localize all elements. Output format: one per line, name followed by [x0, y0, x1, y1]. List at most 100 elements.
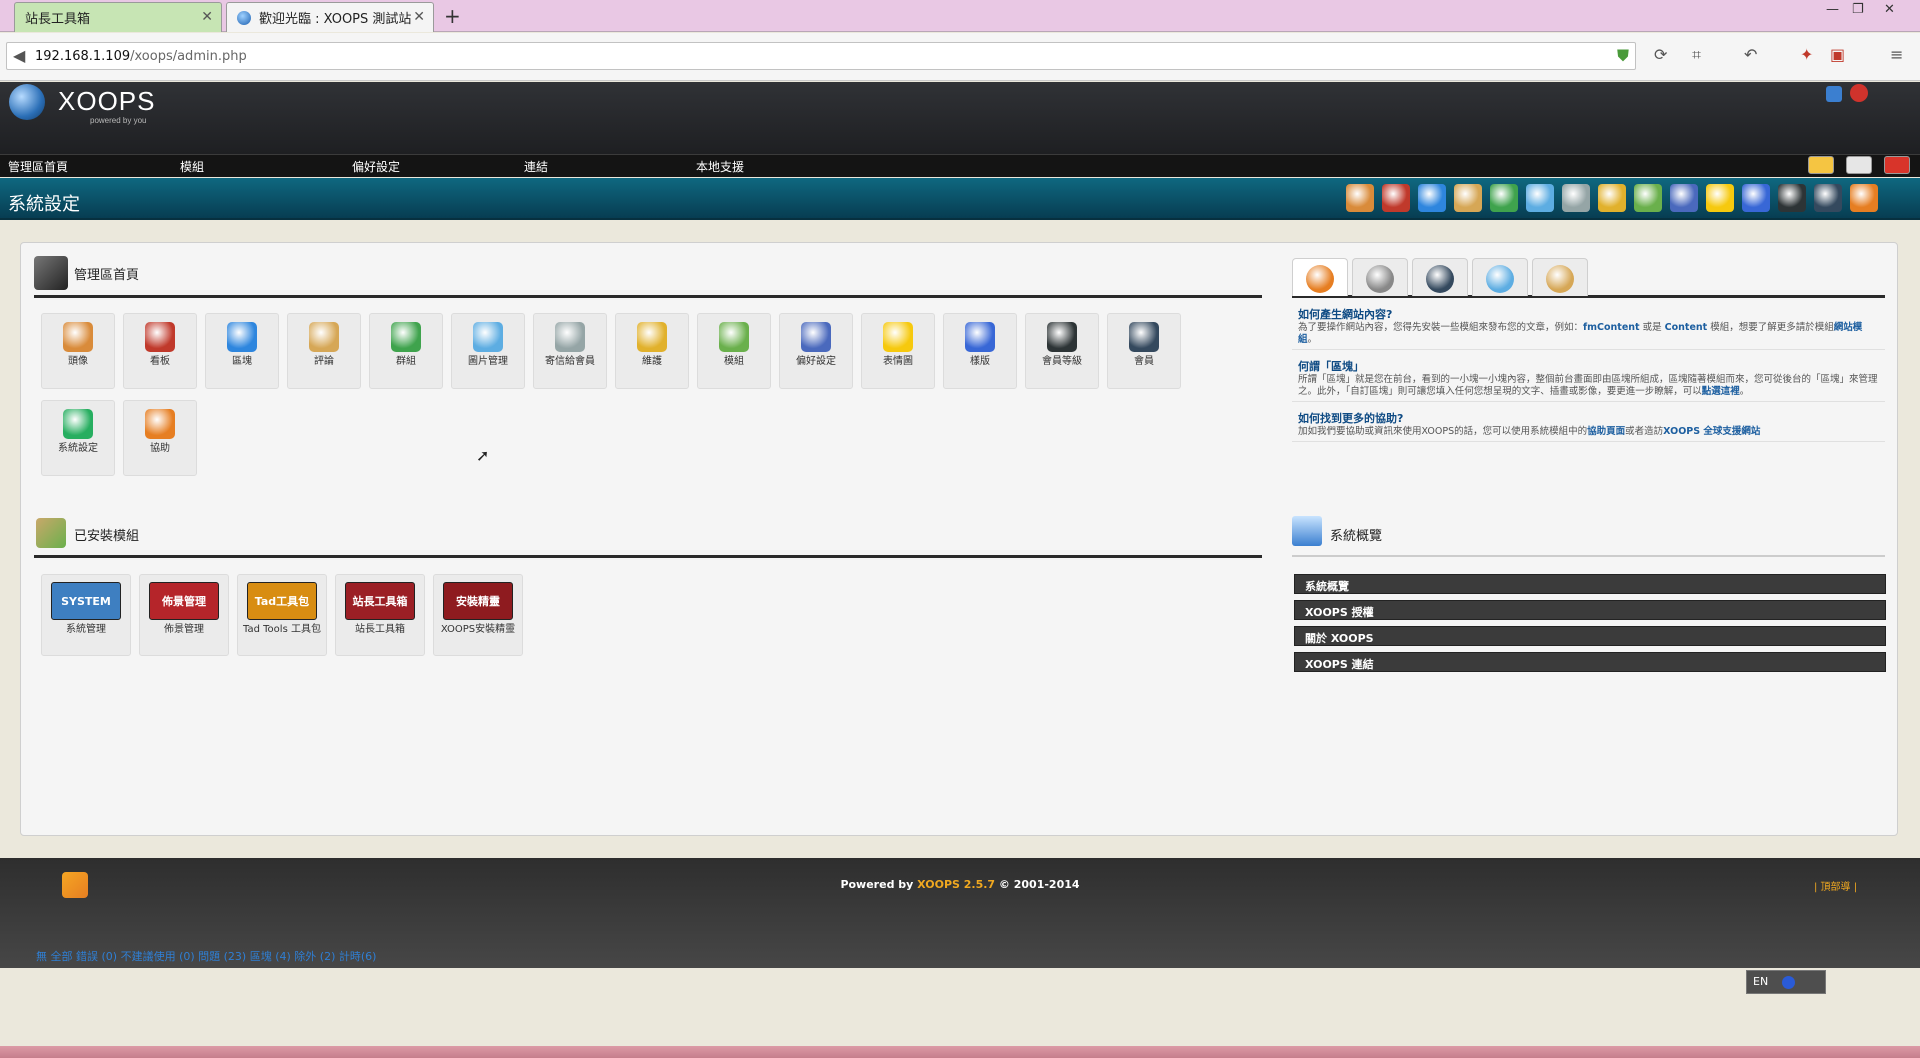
- faq-question[interactable]: 何謂「區塊」: [1298, 358, 1879, 374]
- notes-icon: [1546, 265, 1574, 293]
- admin-item[interactable]: 評論: [287, 313, 361, 389]
- menu-admin-home[interactable]: 管理區首頁: [8, 158, 68, 175]
- debug-status-line[interactable]: 無 全部 錯誤 (0) 不建議使用 (0) 問題 (23) 區塊 (4) 除外 …: [36, 948, 376, 964]
- reload-icon[interactable]: ⟳: [1654, 45, 1667, 64]
- menu-modules[interactable]: 模組: [180, 158, 204, 175]
- admin-item[interactable]: 協助: [123, 400, 197, 476]
- admin-item[interactable]: 系統設定: [41, 400, 115, 476]
- logo-text[interactable]: XOOPS: [58, 86, 155, 117]
- browser-tab-xoops[interactable]: 歡迎光臨 : XOOPS 測試站 ✕: [226, 2, 434, 32]
- avatars-icon[interactable]: [1346, 184, 1374, 212]
- module-card[interactable]: 站長工具箱 站長工具箱: [335, 574, 425, 656]
- admin-item[interactable]: 圖片管理: [451, 313, 525, 389]
- comments-icon[interactable]: [1454, 184, 1482, 212]
- smilies-icon[interactable]: [1706, 184, 1734, 212]
- faq-link[interactable]: 點選這裡: [1702, 386, 1740, 397]
- close-tab-icon[interactable]: ✕: [413, 9, 425, 25]
- help-tab[interactable]: [1412, 258, 1468, 296]
- address-bar[interactable]: ◀ 192.168.1.109/xoops/admin.php ⛊: [6, 42, 1636, 70]
- help-tab[interactable]: [1472, 258, 1528, 296]
- userrank-icon[interactable]: [1778, 184, 1806, 212]
- faq-question[interactable]: 如何找到更多的協助?: [1298, 410, 1879, 426]
- faq-question[interactable]: 如何產生網站內容?: [1298, 306, 1879, 322]
- admin-item[interactable]: 會員: [1107, 313, 1181, 389]
- faq-link[interactable]: fmContent: [1583, 322, 1640, 333]
- language-code: EN: [1753, 975, 1769, 988]
- license-bar[interactable]: XOOPS 授權: [1294, 600, 1886, 620]
- images-icon[interactable]: [1526, 184, 1554, 212]
- module-card[interactable]: SYSTEM 系統管理: [41, 574, 131, 656]
- maintenance-icon[interactable]: [1598, 184, 1626, 212]
- modules-icon[interactable]: [1634, 184, 1662, 212]
- module-card[interactable]: 安裝精靈 XOOPS安裝精靈: [433, 574, 523, 656]
- tplsets-icon[interactable]: [1742, 184, 1770, 212]
- comments-icon: [309, 322, 339, 352]
- hamburger-menu-icon[interactable]: ≡: [1890, 45, 1903, 64]
- module-card[interactable]: 佈景管理 佈景管理: [139, 574, 229, 656]
- module-label: 系統管理: [66, 624, 106, 635]
- banners-icon[interactable]: [1382, 184, 1410, 212]
- help-tab[interactable]: [1292, 258, 1348, 296]
- faq-link[interactable]: Content: [1665, 322, 1708, 333]
- new-tab-button[interactable]: +: [444, 4, 461, 28]
- theme-yellow-button[interactable]: [1808, 156, 1834, 174]
- modules-icon: [719, 322, 749, 352]
- footer-right-link[interactable]: | 頂部導 |: [1814, 878, 1857, 893]
- menu-local-support[interactable]: 本地支援: [696, 158, 744, 175]
- restore-icon[interactable]: ❐: [1852, 2, 1864, 17]
- crop-icon[interactable]: ⌗: [1692, 45, 1701, 65]
- help-tab[interactable]: [1352, 258, 1408, 296]
- admin-item[interactable]: 表情圖: [861, 313, 935, 389]
- admin-item[interactable]: 偏好設定: [779, 313, 853, 389]
- blocks-icon: [227, 322, 257, 352]
- logout-icon[interactable]: [1850, 84, 1868, 102]
- groups-icon[interactable]: [1490, 184, 1518, 212]
- menu-links[interactable]: 連結: [524, 158, 548, 175]
- module-banner-icon: 安裝精靈: [443, 582, 513, 620]
- admin-item[interactable]: 群組: [369, 313, 443, 389]
- addon-icon[interactable]: ✦: [1800, 45, 1813, 64]
- theme-red-button[interactable]: [1884, 156, 1910, 174]
- smiley-icon: [883, 322, 913, 352]
- faq-link[interactable]: 協助頁面: [1587, 426, 1625, 437]
- module-card[interactable]: Tad工具包 Tad Tools 工具包: [237, 574, 327, 656]
- admin-item[interactable]: 看板: [123, 313, 197, 389]
- admin-item-label: 圖片管理: [468, 356, 508, 367]
- mailusers-icon[interactable]: [1562, 184, 1590, 212]
- about-bar[interactable]: 關於 XOOPS: [1294, 626, 1886, 646]
- admin-item-label: 偏好設定: [796, 356, 836, 367]
- close-window-icon[interactable]: ✕: [1884, 2, 1895, 17]
- overview-bar[interactable]: 系統概覽: [1294, 574, 1886, 594]
- help-icon[interactable]: [1850, 184, 1878, 212]
- preferences-icon[interactable]: [1670, 184, 1698, 212]
- browser-tab-tools[interactable]: 站長工具箱 ✕: [14, 2, 222, 32]
- help-icon[interactable]: [1781, 975, 1795, 989]
- back-icon[interactable]: ◀: [13, 46, 25, 65]
- faq-link[interactable]: XOOPS 全球支援網站: [1663, 426, 1760, 437]
- theme-light-button[interactable]: [1846, 156, 1872, 174]
- xoops-version-link[interactable]: XOOPS 2.5.7: [917, 878, 995, 891]
- home-icon[interactable]: [1826, 86, 1842, 102]
- admin-item[interactable]: 會員等級: [1025, 313, 1099, 389]
- admin-item-label: 模組: [724, 356, 744, 367]
- admin-item-label: 群組: [396, 356, 416, 367]
- close-tab-icon[interactable]: ✕: [201, 9, 213, 25]
- admin-item[interactable]: 維護: [615, 313, 689, 389]
- admin-item[interactable]: 寄信給會員: [533, 313, 607, 389]
- admin-item[interactable]: 樣版: [943, 313, 1017, 389]
- menu-preferences[interactable]: 偏好設定: [352, 158, 400, 175]
- xoops-globe-logo-icon[interactable]: [9, 84, 45, 120]
- links-bar[interactable]: XOOPS 連結: [1294, 652, 1886, 672]
- help-tab[interactable]: [1532, 258, 1588, 296]
- undo-icon[interactable]: ↶: [1744, 45, 1757, 64]
- language-bar[interactable]: EN: [1746, 970, 1826, 994]
- addon-2-icon[interactable]: ▣: [1830, 45, 1845, 64]
- users-icon[interactable]: [1814, 184, 1842, 212]
- minimize-icon[interactable]: —: [1826, 2, 1839, 17]
- blocks-icon[interactable]: [1418, 184, 1446, 212]
- shield-icon[interactable]: ⛊: [1617, 46, 1629, 66]
- admin-item[interactable]: 模組: [697, 313, 771, 389]
- admin-item[interactable]: 區塊: [205, 313, 279, 389]
- avatar-icon: [63, 322, 93, 352]
- admin-item[interactable]: 頭像: [41, 313, 115, 389]
